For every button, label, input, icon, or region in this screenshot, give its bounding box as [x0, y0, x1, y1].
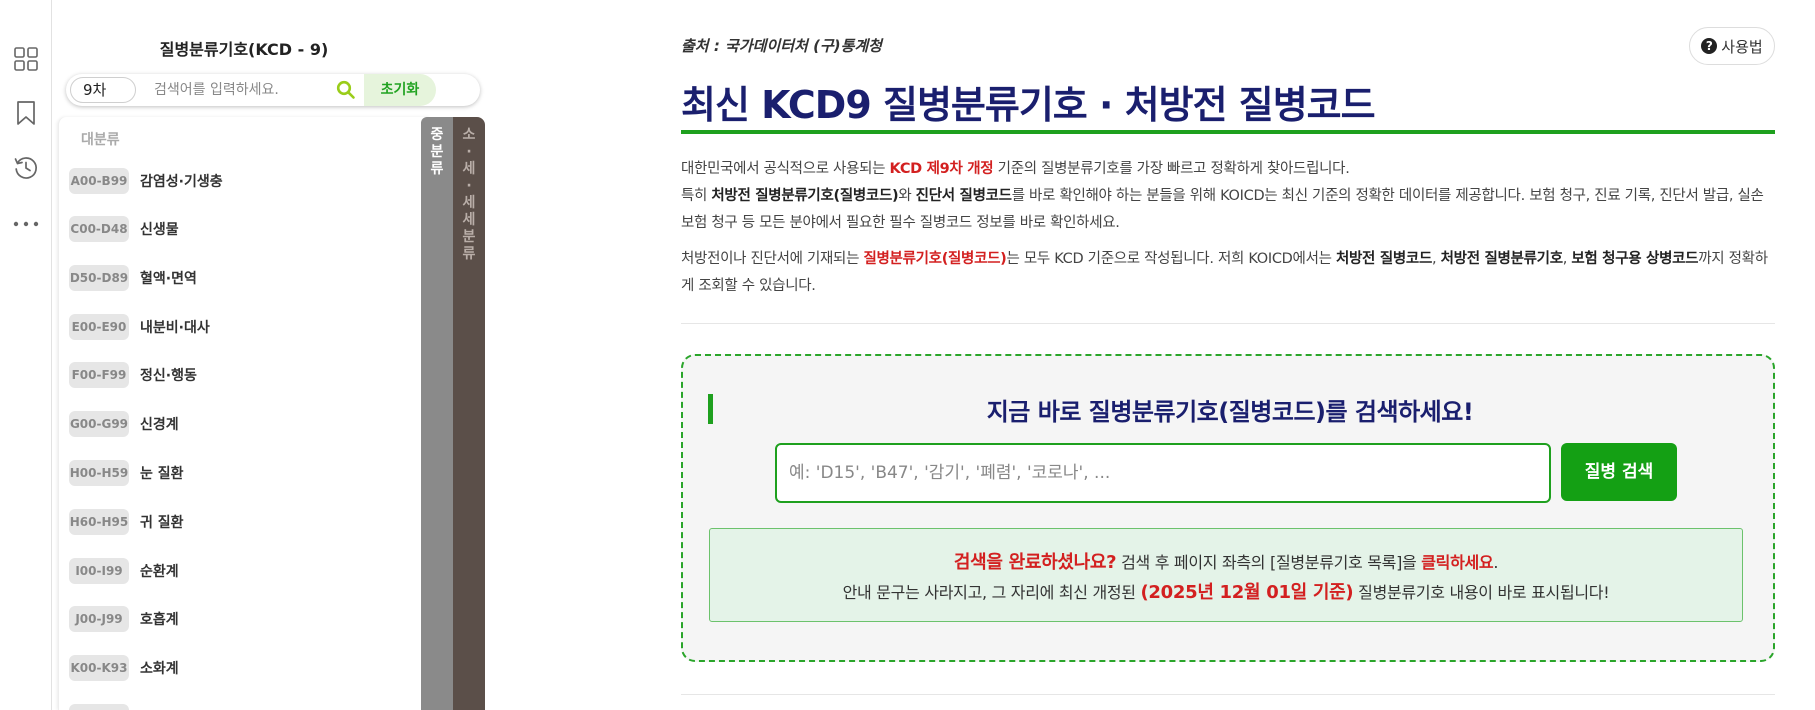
category-code: I00-I99	[69, 558, 129, 584]
search-card-title: 지금 바로 질병분류기호(질병코드)를 검색하세요!	[986, 398, 1474, 426]
text: 검색 후 페이지 좌측의 [질병분류기호 목록]을	[1116, 553, 1422, 572]
history-icon[interactable]	[12, 154, 40, 182]
panel-search-bar: 9차 초기화	[66, 74, 480, 106]
category-code: H00-H59	[69, 460, 129, 486]
list-item[interactable]: J00-J99 호흡계	[69, 605, 359, 633]
question-icon: ?	[1701, 38, 1718, 54]
highlight: KCD 제9차 개정	[889, 161, 994, 177]
category-list: 대분류 A00-B99 감염성·기생충 C00-D48 신생물 D50-D89 …	[58, 117, 430, 710]
intro-text: 대한민국에서 공식적으로 사용되는 KCD 제9차 개정 기준의 질병분류기호를…	[681, 156, 1775, 300]
category-code: E00-E90	[69, 314, 129, 340]
text: 대한민국에서 공식적으로 사용되는	[681, 161, 890, 177]
notice-highlight: 검색을 완료하셨나요?	[953, 552, 1117, 573]
section-divider	[681, 323, 1775, 324]
emphasis: 처방전 질병분류기호	[1440, 251, 1563, 267]
category-code: C00-D48	[69, 216, 129, 242]
reset-button[interactable]: 초기화	[364, 74, 436, 106]
category-code: K00-K93	[69, 655, 129, 681]
category-code: F00-F99	[69, 362, 129, 388]
category-label: 신생물	[140, 222, 179, 238]
text: ,	[1432, 251, 1441, 267]
page-title: 최신 KCD9 질병분류기호 · 처방전 질병코드	[681, 83, 1376, 127]
list-item-partial[interactable]	[69, 703, 359, 710]
tab-small-category[interactable]: 소·세·세세분류	[453, 117, 485, 710]
notice-highlight: 클릭하세요	[1421, 553, 1494, 572]
list-item[interactable]: E00-E90 내분비·대사	[69, 313, 359, 341]
text: 와	[898, 188, 916, 204]
text: 는 모두 KCD 기준으로 작성됩니다. 저희 KOICD에서는	[1006, 251, 1336, 267]
highlight: 질병분류기호(질병코드)	[863, 251, 1007, 267]
notice-line-1: 검색을 완료하셨나요? 검색 후 페이지 좌측의 [질병분류기호 목록]을 클릭…	[710, 548, 1742, 574]
disease-search-button[interactable]: 질병 검색	[1561, 443, 1677, 501]
grid-icon[interactable]	[12, 45, 40, 73]
bottom-divider	[681, 694, 1775, 695]
category-code: A00-B99	[69, 168, 129, 194]
text: 특히	[681, 188, 712, 204]
version-select[interactable]: 9차	[70, 77, 136, 103]
panel-search-input[interactable]	[154, 78, 304, 102]
search-notice: 검색을 완료하셨나요? 검색 후 페이지 좌측의 [질병분류기호 목록]을 클릭…	[709, 528, 1743, 622]
title-divider	[681, 130, 1775, 134]
list-item[interactable]: A00-B99 감염성·기생충	[69, 167, 359, 195]
category-code: J00-J99	[69, 606, 129, 632]
help-button[interactable]: ? 사용법	[1689, 27, 1775, 65]
disease-search-input[interactable]	[775, 443, 1551, 503]
category-label: 감염성·기생충	[140, 174, 223, 190]
intro-paragraph-3: 처방전이나 진단서에 기재되는 질병분류기호(질병코드)는 모두 KCD 기준으…	[681, 246, 1775, 300]
emphasis: 처방전 질병분류기호(질병코드)	[711, 188, 899, 204]
intro-paragraph-2: 특히 처방전 질병분류기호(질병코드)와 진단서 질병코드를 바로 확인해야 하…	[681, 183, 1775, 237]
category-label: 신경계	[140, 417, 179, 433]
list-item[interactable]: D50-D89 혈액·면역	[69, 264, 359, 292]
panel-title: 질병분류기호(KCD - 9)	[159, 40, 329, 59]
list-item[interactable]: I00-I99 순환계	[69, 557, 359, 585]
more-icon[interactable]	[12, 210, 40, 238]
notice-line-2: 안내 문구는 사라지고, 그 자리에 최신 개정된 (2025년 12월 01일…	[710, 578, 1742, 604]
source-text: 출처 : 국가데이터처 (구)통계청	[681, 37, 882, 55]
category-label: 혈액·면역	[140, 271, 197, 287]
search-card: 지금 바로 질병분류기호(질병코드)를 검색하세요! 질병 검색 검색을 완료하…	[681, 354, 1775, 662]
icon-rail	[0, 0, 52, 710]
bookmark-icon[interactable]	[12, 99, 40, 127]
text: 질병분류기호 내용이 바로 표시됩니다!	[1353, 583, 1610, 602]
category-label: 호흡계	[140, 612, 179, 628]
tab-mid-category[interactable]: 중분류	[421, 117, 453, 710]
emphasis: 진단서 질병코드	[915, 188, 1012, 204]
main-content: 출처 : 국가데이터처 (구)통계청 ? 사용법 최신 KCD9 질병분류기호 …	[681, 0, 1775, 710]
text: 기준의 질병분류기호를 가장 빠르고 정확하게 찾아드립니다.	[993, 161, 1350, 177]
list-header: 대분류	[81, 132, 120, 148]
category-label: 눈 질환	[140, 466, 184, 482]
category-label: 정신·행동	[140, 368, 197, 384]
list-item[interactable]: G00-G99 신경계	[69, 410, 359, 438]
list-item[interactable]: H60-H95 귀 질환	[69, 508, 359, 536]
list-item[interactable]: H00-H59 눈 질환	[69, 459, 359, 487]
help-label: 사용법	[1721, 37, 1763, 56]
category-label: 내분비·대사	[140, 320, 210, 336]
list-item[interactable]: C00-D48 신생물	[69, 215, 359, 243]
emphasis: 보험 청구용 상병코드	[1571, 251, 1699, 267]
text: 처방전이나 진단서에 기재되는	[681, 251, 864, 267]
text: 안내 문구는 사라지고, 그 자리에 최신 개정된	[842, 583, 1141, 602]
category-panel: 질병분류기호(KCD - 9) 9차 초기화 대분류 A00-B99 감염성·기…	[58, 0, 485, 710]
small-category-label: 소·세·세세분류	[462, 127, 476, 262]
category-code: G00-G99	[69, 411, 129, 437]
list-item[interactable]: K00-K93 소화계	[69, 654, 359, 682]
category-label: 순환계	[140, 564, 179, 580]
mid-category-label: 중분류	[430, 127, 444, 177]
category-label: 귀 질환	[140, 515, 184, 531]
search-icon[interactable]	[336, 80, 356, 100]
category-code-placeholder	[69, 704, 129, 710]
category-code: H60-H95	[69, 509, 129, 535]
category-label: 소화계	[140, 661, 179, 677]
notice-date: (2025년 12월 01일 기준)	[1140, 582, 1354, 603]
category-code: D50-D89	[69, 265, 129, 291]
list-item[interactable]: F00-F99 정신·행동	[69, 361, 359, 389]
text: .	[1493, 553, 1499, 572]
intro-paragraph-1: 대한민국에서 공식적으로 사용되는 KCD 제9차 개정 기준의 질병분류기호를…	[681, 156, 1775, 183]
emphasis: 처방전 질병코드	[1335, 251, 1432, 267]
